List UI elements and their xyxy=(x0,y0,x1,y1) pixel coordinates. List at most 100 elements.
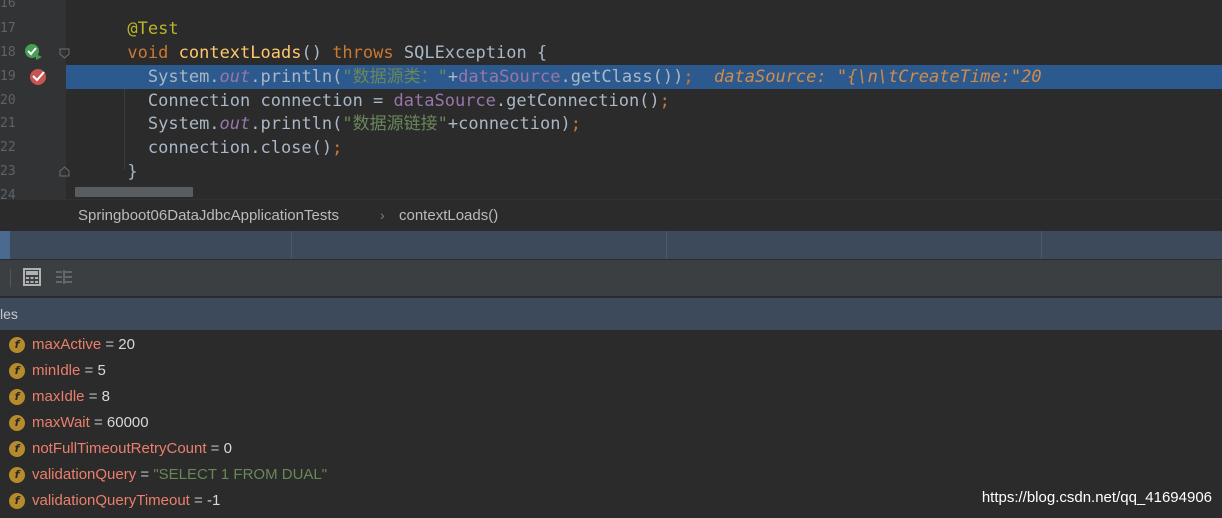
variables-panel-title: les xyxy=(0,306,18,322)
restore-layout-icon[interactable] xyxy=(55,269,73,285)
line-number: 22 xyxy=(0,140,16,155)
variable-name: maxIdle xyxy=(32,388,85,405)
call-token: .println( xyxy=(250,67,343,87)
variable-equals: = xyxy=(136,466,154,483)
variable-name: notFullTimeoutRetryCount xyxy=(32,440,207,457)
operator-token: + xyxy=(447,67,459,87)
variable-name: minIdle xyxy=(32,362,81,379)
breakpoint-icon[interactable] xyxy=(28,67,48,87)
tab-divider xyxy=(1041,231,1042,259)
gutter-line: 22 xyxy=(0,136,66,160)
code-editor[interactable]: 16 17 18 19 20 21 22 23 24 @Test void co… xyxy=(0,0,1222,199)
variable-value: 8 xyxy=(101,388,110,405)
editor-gutter[interactable]: 16 17 18 19 20 21 22 23 24 xyxy=(0,0,70,199)
static-field-token: out xyxy=(219,67,251,87)
semicolon-token: ; xyxy=(332,138,343,158)
code-line-21: System.out.println("数据源链接"+connection); xyxy=(66,112,1222,136)
run-test-icon[interactable] xyxy=(23,42,43,62)
variable-row[interactable]: f maxIdle = 8 xyxy=(0,384,1222,410)
line-number: 24 xyxy=(0,188,16,199)
keyword-token: void xyxy=(127,43,169,63)
line-number: 23 xyxy=(0,164,16,179)
breadcrumb-method[interactable]: contextLoads() xyxy=(399,207,498,224)
variable-equals: = xyxy=(80,362,98,379)
semicolon-token: ; xyxy=(570,114,581,134)
code-line-22: connection.close(); xyxy=(66,136,1222,160)
debug-tab-active[interactable] xyxy=(0,231,10,259)
call-token: .println( xyxy=(250,114,343,134)
variable-name: maxActive xyxy=(32,336,102,353)
call-token: +connection) xyxy=(447,114,571,134)
code-area[interactable]: @Test void contextLoads() throws SQLExce… xyxy=(66,0,1222,199)
string-token: "数据源链接" xyxy=(342,114,448,134)
variable-equals: = xyxy=(189,492,207,509)
gutter-line: 20 xyxy=(0,89,66,113)
line-number: 20 xyxy=(0,93,16,108)
variable-value: 0 xyxy=(223,440,232,457)
static-field-token: out xyxy=(219,114,251,134)
field-icon: f xyxy=(9,467,25,483)
breadcrumb-class[interactable]: Springboot06DataJdbcApplicationTests xyxy=(78,207,339,224)
call-token: .getClass()) xyxy=(560,67,684,87)
variable-name: validationQuery xyxy=(32,466,137,483)
call-token: connection.close() xyxy=(147,138,333,158)
variable-row[interactable]: f maxWait = 60000 xyxy=(0,410,1222,436)
gutter-line: 16 xyxy=(0,0,66,16)
inline-debug-label: dataSource: xyxy=(714,67,827,87)
horizontal-scrollbar-thumb[interactable] xyxy=(75,187,193,197)
line-number: 17 xyxy=(0,21,16,36)
line-number: 18 xyxy=(0,45,16,60)
tab-divider xyxy=(666,231,667,259)
field-icon: f xyxy=(9,441,25,457)
semicolon-token: ; xyxy=(659,91,670,111)
code-line-19-current: System.out.println("数据源类："+dataSource.ge… xyxy=(66,65,1222,89)
system-token: System. xyxy=(147,114,220,134)
exception-token: SQLException { xyxy=(403,43,548,63)
field-token: dataSource xyxy=(458,67,561,87)
debug-toolbar xyxy=(0,260,1222,298)
declaration-token: Connection connection = xyxy=(147,91,394,111)
variable-row[interactable]: f validationQuery = "SELECT 1 FROM DUAL" xyxy=(0,462,1222,488)
tab-divider xyxy=(291,231,292,259)
evaluate-expression-icon[interactable] xyxy=(23,268,41,286)
gutter-line: 17 xyxy=(0,17,66,41)
code-line-23: } xyxy=(66,160,1222,184)
system-token: System. xyxy=(147,67,220,87)
code-line-18: void contextLoads() throws SQLException … xyxy=(66,41,1222,65)
variable-name: maxWait xyxy=(32,414,90,431)
variables-panel-header: les xyxy=(0,298,1222,330)
variable-value: "SELECT 1 FROM DUAL" xyxy=(153,466,328,483)
gutter-line: 23 xyxy=(0,160,66,184)
variable-row[interactable]: f maxActive = 20 xyxy=(0,332,1222,358)
toolbar-separator xyxy=(10,269,11,287)
variable-equals: = xyxy=(206,440,224,457)
field-icon: f xyxy=(9,363,25,379)
variable-value: 5 xyxy=(97,362,106,379)
line-number: 16 xyxy=(0,0,16,11)
field-icon: f xyxy=(9,415,25,431)
variable-row[interactable]: f notFullTimeoutRetryCount = 0 xyxy=(0,436,1222,462)
field-icon: f xyxy=(9,389,25,405)
variable-value: 20 xyxy=(118,336,135,353)
variable-name: validationQueryTimeout xyxy=(32,492,190,509)
annotation-token: @Test xyxy=(127,19,179,39)
breadcrumb-separator: › xyxy=(380,207,385,223)
variable-equals: = xyxy=(84,388,102,405)
inline-debug-value: "{\n\tCreateTime:"20 xyxy=(836,67,1042,87)
string-token: "数据源类：" xyxy=(342,67,448,87)
variable-equals: = xyxy=(89,414,107,431)
variable-row[interactable]: f minIdle = 5 xyxy=(0,358,1222,384)
variable-value: 60000 xyxy=(106,414,149,431)
code-line-20: Connection connection = dataSource.getCo… xyxy=(66,89,1222,113)
keyword-token: throws xyxy=(332,43,394,63)
breadcrumb: Springboot06DataJdbcApplicationTests › c… xyxy=(0,199,1222,231)
method-name-token: contextLoads xyxy=(178,43,302,63)
field-icon: f xyxy=(9,493,25,509)
field-icon: f xyxy=(9,337,25,353)
gutter-line: 24 xyxy=(0,184,66,199)
brace-token: } xyxy=(127,162,138,182)
gutter-line: 21 xyxy=(0,112,66,136)
parens-token: () xyxy=(301,43,322,63)
variable-equals: = xyxy=(101,336,119,353)
call-token: .getConnection() xyxy=(495,91,660,111)
